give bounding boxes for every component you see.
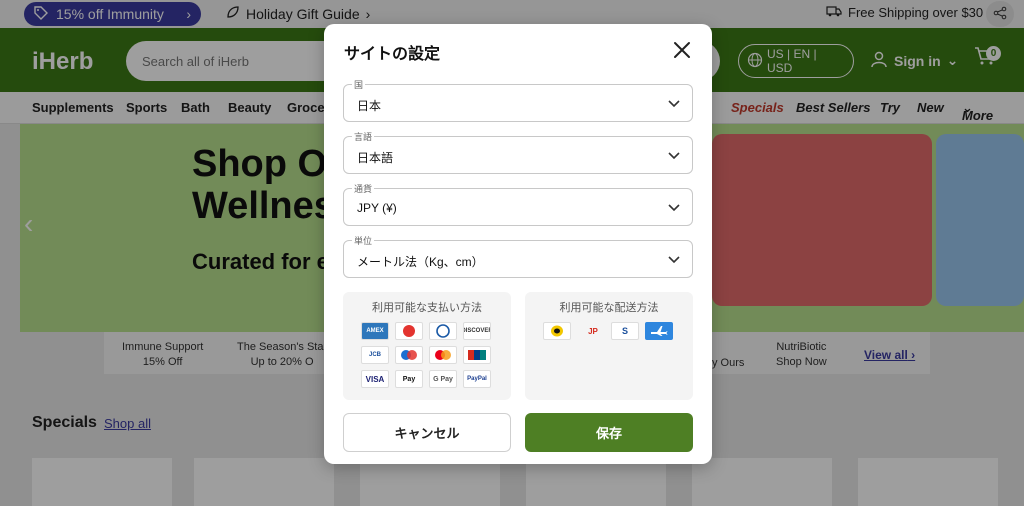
paypal-logo: PayPal [463, 370, 491, 388]
shipping-methods-box: 利用可能な配送方法 JP S [525, 292, 693, 400]
chevron-down-icon [666, 199, 682, 215]
unionpay-logo [463, 346, 491, 364]
payment-methods-box: 利用可能な支払い方法 AMEX DISCOVER JCB VISA Pay G … [343, 292, 511, 400]
cancel-button[interactable]: キャンセル [343, 413, 511, 452]
chevron-down-icon [666, 95, 682, 111]
language-select[interactable]: 言語 日本語 [343, 130, 693, 174]
chevron-down-icon [666, 147, 682, 163]
diners-logo [429, 322, 457, 340]
close-icon [670, 42, 694, 66]
jcb-logo: JCB [361, 346, 389, 364]
payment-methods-title: 利用可能な支払い方法 [372, 302, 482, 314]
currency-value: JPY (¥) [357, 201, 397, 215]
shipping-methods-title: 利用可能な配送方法 [559, 302, 659, 314]
country-value: 日本 [357, 99, 382, 113]
maestro-logo [395, 346, 423, 364]
language-value: 日本語 [357, 151, 394, 165]
country-label: 国 [352, 78, 366, 91]
currency-label: 通貨 [352, 182, 375, 195]
yamato-logo [543, 322, 571, 340]
mastercard-logo [429, 346, 457, 364]
units-label: 単位 [352, 234, 375, 247]
units-select[interactable]: 単位 メートル法（Kg、cm） [343, 234, 693, 278]
discover-logo: DISCOVER [463, 322, 491, 340]
amex-logo: AMEX [361, 322, 389, 340]
language-label: 言語 [352, 130, 375, 143]
save-button[interactable]: 保存 [525, 413, 693, 452]
apple-pay-logo: Pay [395, 370, 423, 388]
google-pay-logo: G Pay [429, 370, 457, 388]
jcb-alt-logo [395, 322, 423, 340]
close-button[interactable] [670, 38, 694, 62]
sagawa-logo: S [611, 322, 639, 340]
airplane-icon [645, 322, 673, 340]
site-settings-modal: サイトの設定 国 日本 言語 日本語 通貨 JPY (¥) 単位 メートル法（K… [324, 24, 712, 464]
currency-select[interactable]: 通貨 JPY (¥) [343, 182, 693, 226]
japan-post-logo: JP [588, 326, 598, 336]
country-select[interactable]: 国 日本 [343, 78, 693, 122]
chevron-down-icon [666, 251, 682, 267]
modal-title: サイトの設定 [344, 46, 441, 63]
visa-logo: VISA [361, 370, 389, 388]
units-value: メートル法（Kg、cm） [357, 255, 484, 269]
